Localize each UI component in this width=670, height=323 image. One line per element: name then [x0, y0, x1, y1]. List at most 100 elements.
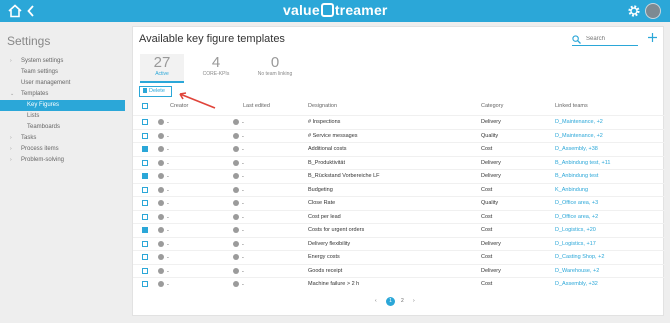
row-checkbox-wrap: [142, 132, 148, 141]
sidebar-item-tasks[interactable]: › Tasks: [0, 133, 125, 144]
editor-avatar: [233, 173, 239, 179]
creator-cell: -: [158, 240, 169, 248]
sidebar-item-problem-solving[interactable]: › Problem-solving: [0, 155, 125, 166]
category-cell: Cost: [481, 254, 493, 260]
page-current[interactable]: 1: [386, 297, 395, 306]
last-edited-cell: -: [233, 132, 244, 140]
linked-teams-link[interactable]: D_Assembly, +32: [555, 281, 598, 287]
row-checkbox[interactable]: [142, 267, 148, 274]
linked-teams-link[interactable]: D_Logistics, +20: [555, 227, 596, 233]
prev-page-icon[interactable]: ‹: [375, 298, 377, 304]
table-row[interactable]: - - # Inspections Delivery D_Maintenance, +2: [133, 115, 665, 129]
table-row[interactable]: - - Cost per lead Cost D_Office area, +2: [133, 209, 665, 224]
row-checkbox[interactable]: [142, 186, 148, 193]
home-icon[interactable]: [8, 4, 22, 18]
table-row[interactable]: - - Additional costs Cost D_Assembly, +38: [133, 142, 665, 156]
row-checkbox[interactable]: [142, 281, 148, 287]
page-2[interactable]: 2: [401, 298, 404, 304]
last-edited-cell: -: [233, 119, 244, 126]
gear-icon[interactable]: [627, 4, 641, 18]
creator-avatar: [158, 146, 164, 152]
linked-teams-link[interactable]: D_Office area, +2: [555, 214, 598, 220]
linked-teams-link[interactable]: D_Warehouse, +2: [555, 268, 599, 274]
status-tabs: 27 Active 4 CORE-KPIs 0 No team linking: [140, 54, 310, 84]
table-row[interactable]: - - Machine failure > 2 h Cost D_Assembly, +…: [133, 277, 665, 291]
linked-teams-link[interactable]: D_Logistics, +17: [555, 241, 596, 247]
row-checkbox[interactable]: [142, 146, 148, 152]
table-row[interactable]: - - B_Produktivität Delivery B_Anbindung tes…: [133, 155, 665, 170]
category-cell: Cost: [481, 281, 493, 287]
tab-active[interactable]: 27 Active: [140, 54, 184, 83]
linked-teams-link[interactable]: K_Anbindung: [555, 187, 588, 193]
search-input[interactable]: [586, 34, 636, 44]
designation-cell: Cost per lead: [308, 213, 341, 220]
category-cell: Delivery: [481, 159, 501, 166]
tab-core-kpis[interactable]: 4 CORE-KPIs: [194, 54, 238, 83]
linked-teams-link[interactable]: D_Maintenance, +2: [555, 133, 603, 139]
select-all-checkbox[interactable]: [142, 103, 148, 109]
table-row[interactable]: - - Budgeting Cost K_Anbindung: [133, 182, 665, 197]
table-row[interactable]: - - Costs for urgent orders Cost D_Logistics…: [133, 223, 665, 237]
linked-teams-link[interactable]: D_Assembly, +38: [555, 146, 598, 152]
sidebar-item-templates[interactable]: ⌄ Templates: [0, 89, 125, 100]
sidebar-item-label: Lists: [27, 113, 40, 119]
page-title: Available key figure templates: [139, 33, 285, 45]
user-avatar[interactable]: [645, 3, 661, 19]
row-checkbox-wrap: [142, 240, 148, 249]
row-checkbox[interactable]: [142, 227, 148, 233]
sidebar-item-user-management[interactable]: User management: [0, 78, 125, 89]
sidebar-item-team-settings[interactable]: Team settings: [0, 67, 125, 78]
sidebar-item-lists[interactable]: Lists: [0, 111, 125, 122]
column-header-designation[interactable]: Designation: [308, 103, 337, 109]
row-checkbox[interactable]: [142, 132, 148, 139]
category-cell: Cost: [481, 146, 493, 152]
editor-avatar: [233, 132, 239, 139]
app-logo: value treamer: [283, 2, 388, 18]
last-edited-cell: -: [233, 240, 244, 248]
sidebar-item-system-settings[interactable]: › System settings: [0, 56, 125, 67]
linked-teams-link[interactable]: B_Anbindung test: [555, 173, 598, 179]
row-checkbox-wrap: [142, 119, 148, 127]
column-header-category[interactable]: Category: [481, 103, 503, 109]
editor-avatar: [233, 186, 239, 193]
row-checkbox[interactable]: [142, 159, 148, 166]
last-edited-cell: -: [233, 213, 244, 221]
table-row[interactable]: - - Close Rate Quality D_Office area, +3: [133, 196, 665, 210]
column-header-last-edited[interactable]: Last edited: [243, 103, 270, 109]
add-icon[interactable]: [647, 32, 658, 43]
tab-no-team-linking[interactable]: 0 No team linking: [250, 54, 300, 83]
table-row[interactable]: - - Delivery flexibility Delivery D_Logistic…: [133, 236, 665, 251]
table-row[interactable]: - - Energy costs Cost D_Casting Shop, +2: [133, 250, 665, 264]
delete-button[interactable]: Delete: [139, 86, 172, 97]
table-row[interactable]: - - B_Rückstand Vorbereiche LF Delivery B_An…: [133, 169, 665, 183]
column-header-linked-teams[interactable]: Linked teams: [555, 103, 588, 109]
templates-card: Available key figure templates 27 Active…: [132, 26, 665, 316]
sidebar-item-teamboards[interactable]: Teamboards: [0, 122, 125, 133]
creator-cell: -: [158, 132, 169, 140]
sidebar-item-process-items[interactable]: › Process items: [0, 144, 125, 155]
chevron-right-icon: ›: [10, 135, 12, 141]
linked-teams-link[interactable]: D_Casting Shop, +2: [555, 254, 604, 260]
linked-teams-link[interactable]: B_Anbindung test, +11: [555, 160, 610, 166]
table-row[interactable]: - - Goods receipt Delivery D_Warehouse, +2: [133, 263, 665, 278]
row-checkbox[interactable]: [142, 173, 148, 179]
search-icon: [572, 35, 581, 44]
sidebar-item-key-figures[interactable]: Key Figures: [0, 100, 125, 111]
last-edited-cell: -: [233, 173, 244, 180]
table-row[interactable]: - - # Service messages Quality D_Maintenance…: [133, 128, 665, 143]
row-checkbox[interactable]: [142, 200, 148, 206]
search-box: [572, 34, 638, 46]
chevron-down-icon: ⌄: [10, 91, 15, 97]
category-cell: Cost: [481, 213, 493, 220]
row-checkbox[interactable]: [142, 254, 148, 260]
creator-avatar: [158, 267, 164, 274]
row-checkbox[interactable]: [142, 119, 148, 125]
column-header-creator[interactable]: Creator: [170, 103, 188, 109]
row-checkbox[interactable]: [142, 213, 148, 220]
linked-teams-link[interactable]: D_Maintenance, +2: [555, 119, 603, 125]
back-arrow-icon[interactable]: [26, 4, 36, 18]
row-checkbox[interactable]: [142, 240, 148, 247]
category-cell: Quality: [481, 200, 499, 206]
linked-teams-link[interactable]: D_Office area, +3: [555, 200, 598, 206]
next-page-icon[interactable]: ›: [413, 298, 415, 304]
